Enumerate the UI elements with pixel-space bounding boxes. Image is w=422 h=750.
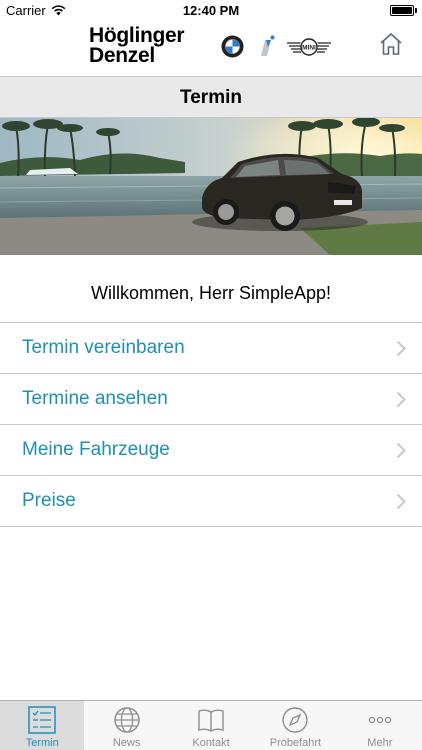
brand-logo-line2: Denzel: [89, 44, 155, 67]
brand-logo: Höglinger Denzel: [89, 24, 185, 67]
hero-car-image: [0, 118, 422, 255]
main-menu: Termin vereinbaren Termine ansehen Meine…: [0, 322, 422, 527]
bmw-i-logo-icon: [261, 35, 275, 56]
menu-item-label: Meine Fahrzeuge: [22, 439, 170, 460]
status-bar: Carrier 12:40 PM: [0, 0, 422, 22]
tab-bar: Termin News Kontakt Probefahrt Mehr: [0, 700, 422, 750]
chevron-right-icon: [396, 493, 406, 510]
menu-item-label: Termin vereinbaren: [22, 337, 185, 358]
tab-label: News: [112, 737, 141, 749]
menu-item-termine-ansehen[interactable]: Termine ansehen: [0, 374, 422, 425]
chevron-right-icon: [396, 340, 406, 357]
chevron-right-icon: [396, 442, 406, 459]
bmw-logo-icon: [221, 35, 244, 58]
tab-mehr[interactable]: Mehr: [338, 701, 422, 750]
tab-label: Mehr: [367, 737, 393, 749]
tab-kontakt[interactable]: Kontakt: [169, 701, 253, 750]
hero-illustration: [0, 118, 422, 255]
welcome-message: Willkommen, Herr SimpleApp!: [90, 283, 332, 303]
tab-termin[interactable]: Termin: [0, 701, 85, 750]
tab-label: Probefahrt: [269, 737, 322, 749]
more-icon: [368, 716, 392, 724]
list-icon: [28, 706, 56, 734]
chevron-right-icon: [396, 391, 406, 408]
tab-probefahrt[interactable]: Probefahrt: [253, 701, 337, 750]
battery-icon: [390, 5, 414, 16]
status-time: 12:40 PM: [182, 3, 240, 18]
compass-icon: [282, 707, 309, 733]
app-header: Höglinger Denzel MINI: [0, 22, 422, 76]
page-title: Termin: [180, 87, 242, 108]
tab-label: Termin: [25, 737, 59, 749]
globe-icon: [113, 707, 140, 733]
menu-item-label: Preise: [22, 490, 76, 511]
book-icon: [198, 709, 224, 732]
tab-news[interactable]: News: [84, 701, 168, 750]
menu-item-preise[interactable]: Preise: [0, 476, 422, 527]
home-button[interactable]: [378, 31, 404, 57]
menu-item-meine-fahrzeuge[interactable]: Meine Fahrzeuge: [0, 425, 422, 476]
menu-item-label: Termine ansehen: [22, 388, 168, 409]
brand-logo-line1: Höglinger: [89, 24, 185, 47]
mini-logo-icon: MINI: [287, 38, 331, 56]
menu-item-termin-vereinbaren[interactable]: Termin vereinbaren: [0, 323, 422, 374]
navigation-bar: Termin: [0, 76, 422, 118]
svg-text:MINI: MINI: [302, 45, 316, 52]
tab-label: Kontakt: [192, 737, 230, 749]
